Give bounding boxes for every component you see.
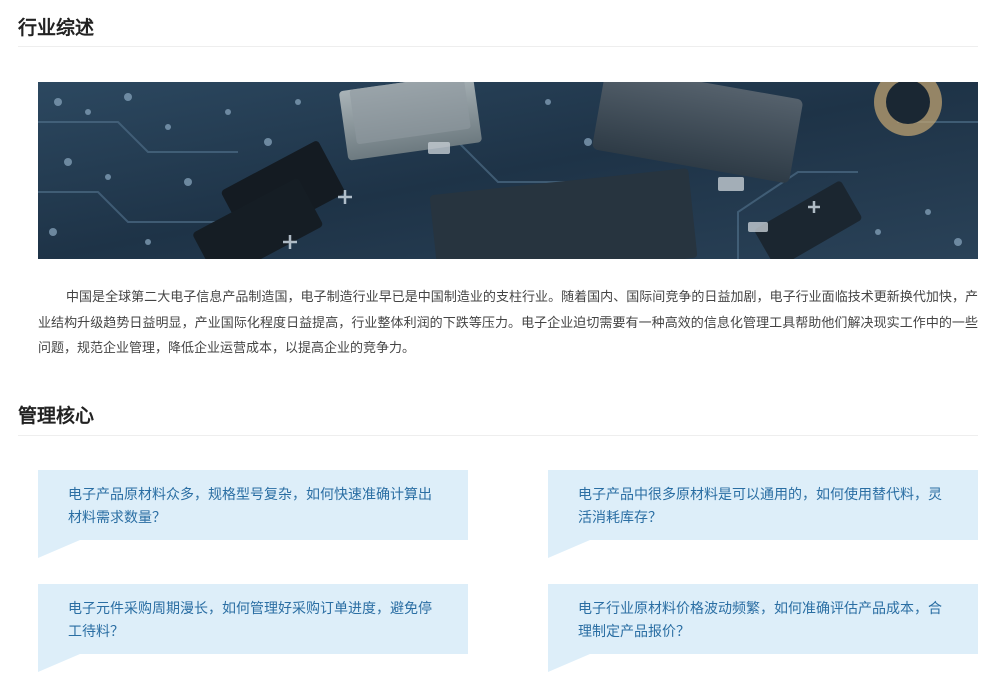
section-title-overview: 行业综述 [18,17,95,39]
core-card: 电子元件采购周期漫长，如何管理好采购订单进度，避免停工待料？ [38,584,468,672]
core-card: 电子行业原材料价格波动频繁，如何准确评估产品成本，合理制定产品报价？ [548,584,978,672]
core-card-text: 电子产品原材料众多，规格型号复杂，如何快速准确计算出材料需求数量？ [68,487,432,526]
section-title-core: 管理核心 [18,405,95,427]
overview-paragraph: 中国是全球第二大电子信息产品制造国，电子制造行业早已是中国制造业的支柱行业。随着… [38,290,978,356]
core-card-text: 电子产品中很多原材料是可以通用的，如何使用替代料，灵活消耗库存？ [578,487,942,526]
title-divider [18,435,978,436]
title-divider [18,46,978,47]
banner-image [38,82,978,259]
core-card-text: 电子元件采购周期漫长，如何管理好采购订单进度，避免停工待料？ [68,601,432,640]
card-tail-shape [38,540,80,558]
circuit-board-illustration [38,82,978,259]
card-tail-shape [548,540,590,558]
core-card: 电子产品原材料众多，规格型号复杂，如何快速准确计算出材料需求数量？ [38,470,468,558]
card-tail-shape [548,654,590,672]
card-tail-shape [38,654,80,672]
core-card: 电子产品中很多原材料是可以通用的，如何使用替代料，灵活消耗库存？ [548,470,978,558]
core-card-text: 电子行业原材料价格波动频繁，如何准确评估产品成本，合理制定产品报价？ [578,601,942,640]
